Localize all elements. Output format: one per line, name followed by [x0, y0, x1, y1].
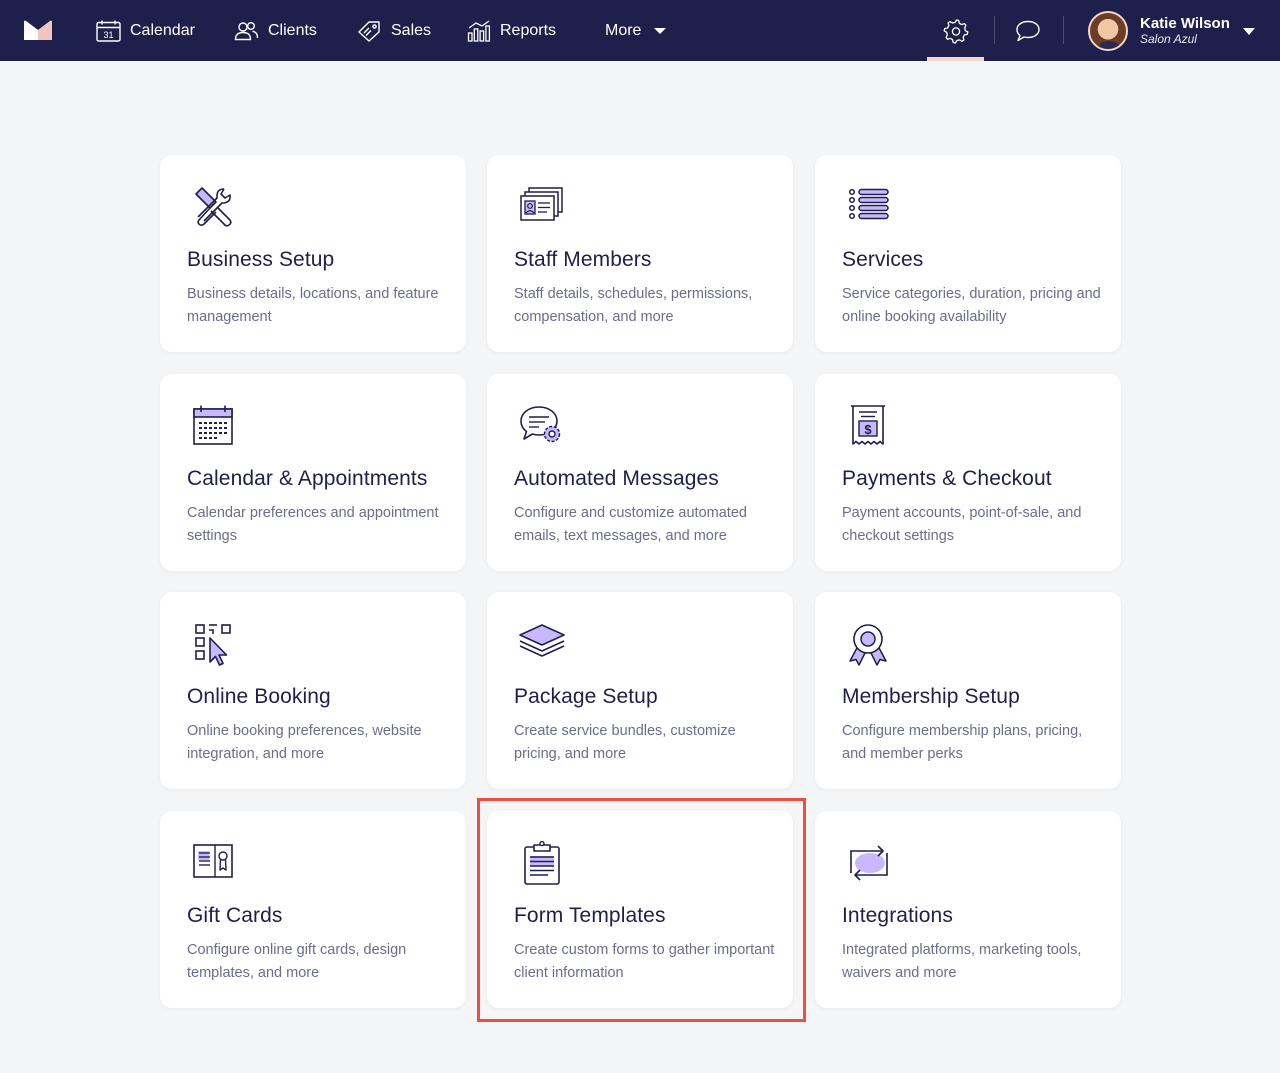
- avatar: [1088, 10, 1128, 51]
- card-description: Payment accounts, point-of-sale, and che…: [842, 505, 1082, 544]
- card-title: Integrations: [842, 904, 953, 927]
- svg-text:$: $: [864, 422, 872, 437]
- user-name: Katie Wilson: [1140, 14, 1230, 32]
- card-title: Business Setup: [187, 248, 335, 271]
- clipboard-icon: [524, 841, 560, 885]
- card-membership-setup[interactable]: Membership Setup Configure membership pl…: [815, 592, 1121, 789]
- nav-clients-label: Clients: [268, 21, 317, 39]
- card-description: Staff details, schedules, permissions, c…: [514, 286, 753, 325]
- card-description: Service categories, duration, pricing an…: [842, 286, 1101, 325]
- qr-cursor-icon: [195, 624, 231, 666]
- svg-text:31: 31: [103, 30, 113, 40]
- active-tab-indicator: [927, 57, 984, 61]
- nav-calendar[interactable]: 31 Calendar: [96, 0, 195, 61]
- card-title: Package Setup: [514, 685, 658, 708]
- sync-icon: [850, 845, 888, 881]
- card-integrations[interactable]: Integrations Integrated platforms, marke…: [815, 811, 1121, 1008]
- card-business-setup[interactable]: Business Setup Business details, locatio…: [160, 155, 466, 352]
- card-staff-members[interactable]: Staff Members Staff details, schedules, …: [487, 155, 793, 352]
- users-icon: [234, 21, 259, 40]
- card-title: Membership Setup: [842, 685, 1020, 708]
- chat-bubble-icon: [1016, 20, 1040, 41]
- message-gear-icon: [520, 406, 561, 443]
- gift-card-icon: [193, 844, 233, 878]
- card-package-setup[interactable]: Package Setup Create service bundles, cu…: [487, 592, 793, 789]
- caret-down-icon: [1243, 28, 1255, 35]
- bar-chart-icon: [467, 19, 491, 42]
- nav-calendar-label: Calendar: [130, 21, 195, 39]
- card-automated-messages[interactable]: Automated Messages Configure and customi…: [487, 374, 793, 571]
- card-title: Calendar & Appointments: [187, 467, 428, 490]
- nav-more-dropdown[interactable]: More: [605, 0, 667, 61]
- calendar-grid-icon: [193, 405, 233, 445]
- nav-sales[interactable]: Sales: [357, 0, 431, 61]
- nav-more-label: More: [605, 21, 642, 39]
- card-services[interactable]: Services Service categories, duration, p…: [815, 155, 1121, 352]
- card-calendar-appointments[interactable]: Calendar & Appointments Calendar prefere…: [160, 374, 466, 571]
- messages-button[interactable]: [1008, 0, 1048, 61]
- nav-reports-label: Reports: [500, 21, 557, 39]
- top-nav-bar: 31 Calendar Clients Sales Reports More K…: [0, 0, 1280, 61]
- settings-button[interactable]: [927, 0, 984, 61]
- nav-divider: [994, 16, 995, 44]
- layers-icon: [519, 624, 565, 657]
- nav-sales-label: Sales: [391, 21, 432, 39]
- brand-logo-icon[interactable]: [22, 18, 54, 42]
- card-description: Calendar preferences and appointment set…: [187, 505, 439, 544]
- card-title: Gift Cards: [187, 904, 283, 927]
- receipt-icon: $: [851, 405, 885, 445]
- card-title: Online Booking: [187, 685, 331, 708]
- card-description: Business details, locations, and feature…: [187, 286, 439, 325]
- calendar-icon: 31: [96, 20, 121, 42]
- card-title: Staff Members: [514, 248, 652, 271]
- user-menu[interactable]: Katie Wilson Salon Azul: [1088, 0, 1255, 61]
- business-name: Salon Azul: [1140, 31, 1197, 46]
- card-description: Configure online gift cards, design temp…: [187, 942, 407, 981]
- caret-down-icon: [654, 27, 667, 34]
- card-description: Configure and customize automated emails…: [514, 505, 747, 544]
- card-online-booking[interactable]: Online Booking Online booking preference…: [160, 592, 466, 789]
- card-description: Integrated platforms, marketing tools, w…: [842, 942, 1082, 981]
- card-description: Create service bundles, customize pricin…: [514, 723, 736, 762]
- staff-cards-icon: [520, 187, 563, 221]
- card-description: Configure membership plans, pricing, and…: [842, 723, 1083, 762]
- nav-divider: [1063, 16, 1064, 44]
- tag-icon: [358, 20, 380, 42]
- award-icon: [849, 624, 887, 666]
- user-info: Katie Wilson Salon Azul: [1140, 15, 1230, 47]
- tools-icon: [195, 187, 232, 227]
- card-title: Automated Messages: [514, 467, 719, 490]
- card-title: Services: [842, 248, 924, 271]
- nav-reports[interactable]: Reports: [467, 0, 556, 61]
- card-title: Payments & Checkout: [842, 467, 1052, 490]
- card-form-templates[interactable]: Form Templates Create custom forms to ga…: [487, 811, 793, 1008]
- card-description: Online booking preferences, website inte…: [187, 723, 422, 762]
- gear-icon: [943, 18, 968, 44]
- card-title: Form Templates: [514, 904, 666, 927]
- list-icon: [848, 188, 889, 220]
- card-description: Create custom forms to gather important …: [514, 942, 775, 981]
- card-payments-checkout[interactable]: $ Payments & Checkout Payment accounts, …: [815, 374, 1121, 571]
- nav-clients[interactable]: Clients: [234, 0, 317, 61]
- card-gift-cards[interactable]: Gift Cards Configure online gift cards, …: [160, 811, 466, 1008]
